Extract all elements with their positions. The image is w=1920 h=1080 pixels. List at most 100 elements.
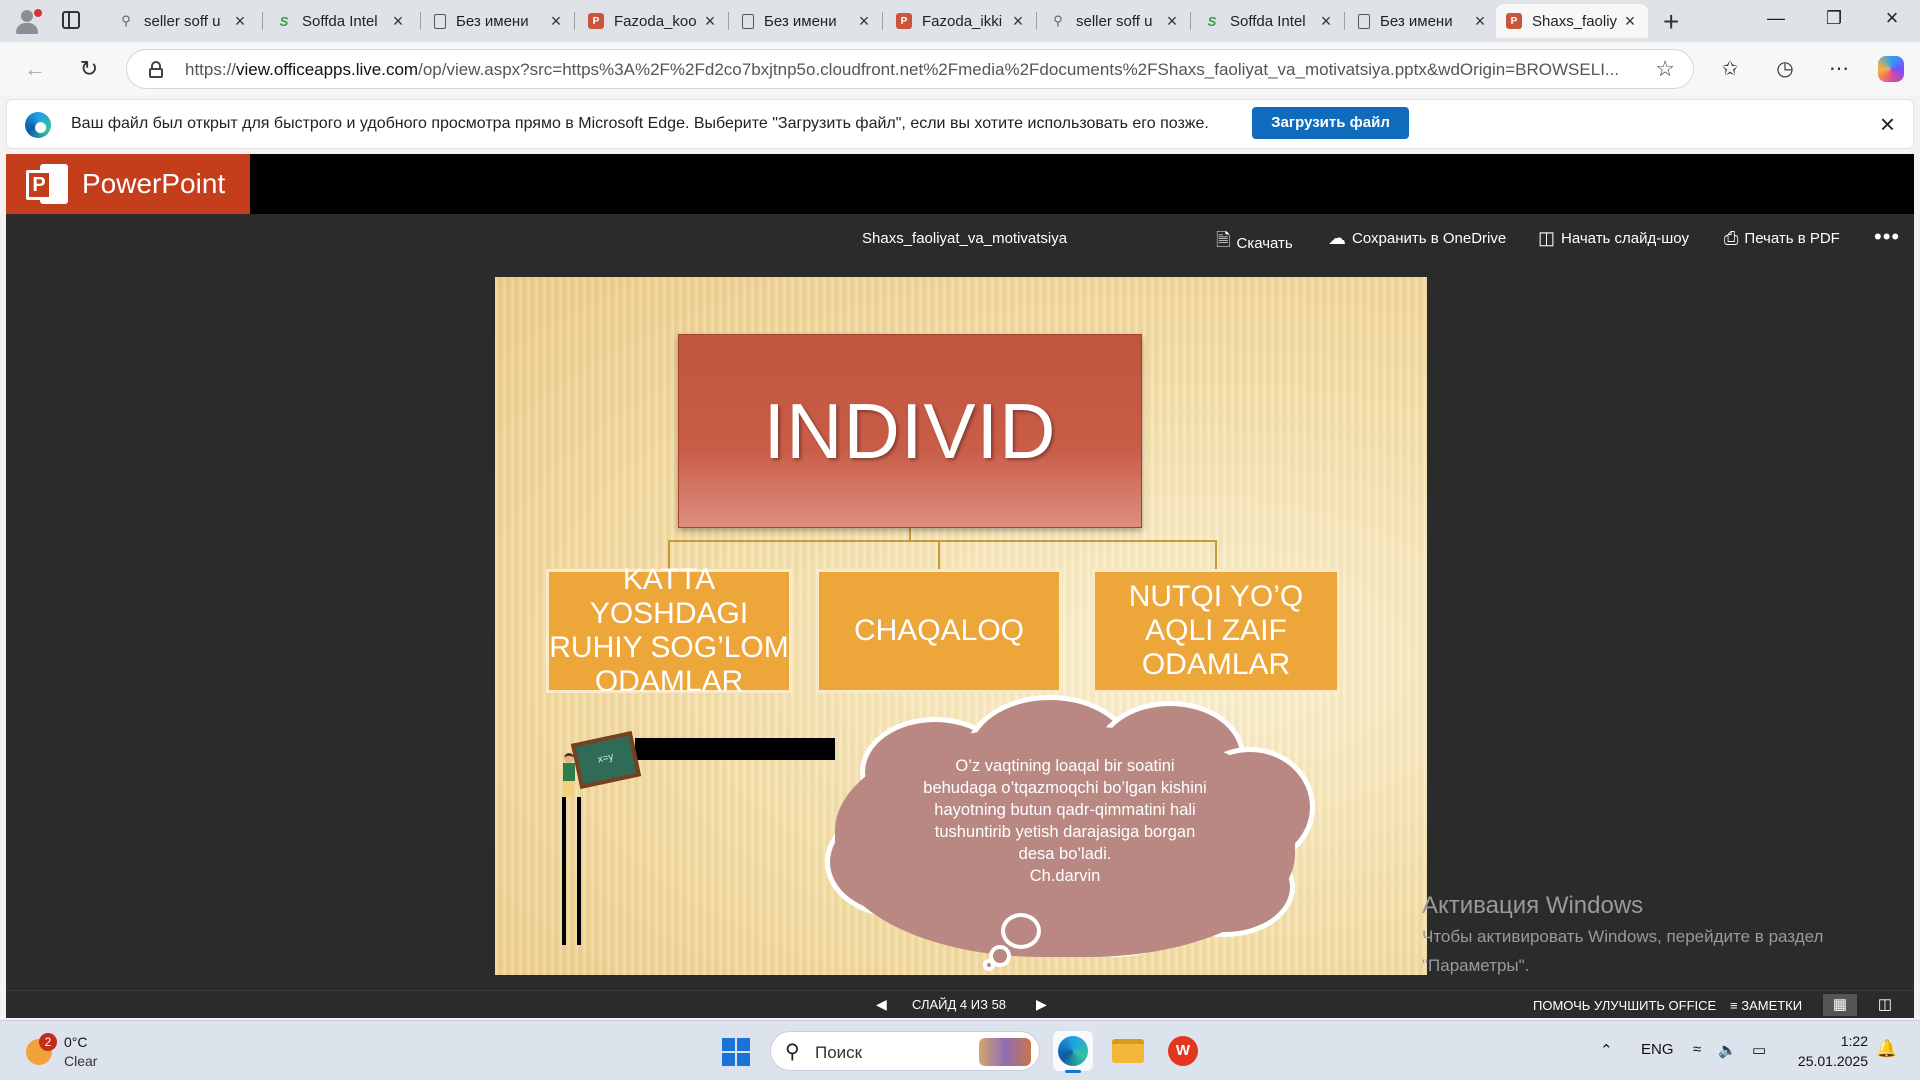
browser-tab-strip: ⚲ seller soff u × S Soffda Intel × Без и… <box>0 0 1920 42</box>
individ-box: INDIVID <box>678 334 1142 528</box>
office-viewer: P PowerPoint Shaxs_faoliyat_va_motivatsi… <box>6 154 1914 1018</box>
slideshow-view-icon[interactable]: ◫ <box>1868 994 1902 1016</box>
soffda-icon: S <box>279 13 289 29</box>
browser-tab-active[interactable]: P Shaxs_faoliy × <box>1496 4 1648 38</box>
favorite-star-icon[interactable]: ☆ <box>1655 56 1675 82</box>
search-icon: ⚲ <box>121 13 131 28</box>
browser-tab[interactable]: P Fazoda_koo × <box>578 4 728 38</box>
browser-tab[interactable]: S Soffda Intel × <box>266 4 416 38</box>
info-message: Ваш файл был открыт для быстрого и удобн… <box>71 115 1209 132</box>
system-clock[interactable]: 1:22 25.01.2025 <box>1792 1031 1868 1071</box>
copilot-icon[interactable] <box>1878 56 1904 82</box>
soffda-icon: S <box>1207 13 1217 29</box>
powerpoint-brand[interactable]: P PowerPoint <box>6 154 250 214</box>
close-tab-icon[interactable]: × <box>232 11 248 32</box>
weather-badge: 2 <box>39 1033 57 1051</box>
more-menu-icon[interactable]: ⋯ <box>1824 56 1854 81</box>
taskbar-file-explorer[interactable] <box>1108 1031 1148 1071</box>
next-slide-icon[interactable]: ▶ <box>1036 996 1047 1013</box>
browser-tab[interactable]: Без имени × <box>732 4 882 38</box>
command-bar: Shaxs_faoliyat_va_motivatsiya 🗎 Скачать … <box>6 214 1914 266</box>
taskbar-search[interactable]: ⚲ Поиск <box>770 1031 1040 1071</box>
notes-icon: ≡ <box>1730 998 1738 1013</box>
document-icon <box>1358 13 1370 29</box>
address-bar[interactable]: https://view.officeapps.live.com/op/view… <box>126 49 1694 89</box>
close-tab-icon[interactable]: × <box>1164 11 1180 32</box>
start-button[interactable] <box>722 1038 750 1066</box>
info-bar: Ваш файл был открыт для быстрого и удобн… <box>6 99 1914 149</box>
chalkboard-icon: x=y <box>570 731 642 789</box>
browser-tab[interactable]: ⚲ seller soff u × <box>108 4 258 38</box>
sub-box-disabled: NUTQI YO’Q AQLI ZAIF ODAMLAR <box>1092 569 1340 693</box>
close-infobar-icon[interactable]: × <box>1880 109 1895 140</box>
sub-box-adults: KATTA YOSHDAGI RUHIY SOG’LOM ODAMLAR <box>546 563 792 698</box>
download-icon: 🗎 <box>1216 230 1231 250</box>
download-file-button[interactable]: Загрузить файл <box>1252 107 1409 139</box>
powerpoint-logo-icon: P <box>26 162 68 206</box>
edge-icon <box>1058 1036 1088 1066</box>
previous-slide-icon[interactable]: ◀ <box>876 996 887 1013</box>
print-pdf-command[interactable]: ⎙ Печать в PDF <box>1724 228 1840 249</box>
close-tab-icon[interactable]: × <box>856 11 872 32</box>
close-tab-icon[interactable]: × <box>390 11 406 32</box>
teacher-figure-icon <box>560 753 578 797</box>
black-bar <box>635 738 835 760</box>
browser-tab[interactable]: Без имени × <box>1348 4 1498 38</box>
refresh-button[interactable]: ↻ <box>74 54 104 84</box>
wifi-icon[interactable]: ≈ <box>1693 1041 1701 1058</box>
close-tab-icon[interactable]: × <box>1622 11 1638 32</box>
windows-activation-watermark: Активация Windows Чтобы активировать Win… <box>1422 892 1824 975</box>
pole-left <box>562 797 566 945</box>
document-title: Shaxs_faoliyat_va_motivatsiya <box>862 230 1068 247</box>
close-tab-icon[interactable]: × <box>548 11 564 32</box>
save-onedrive-command[interactable]: ☁ Сохранить в OneDrive <box>1328 228 1506 249</box>
darwin-quote: O’z vaqtining loaqal bir soatini behudag… <box>923 757 1207 885</box>
reading-view-icon[interactable]: ▦ <box>1823 994 1857 1016</box>
app-name: PowerPoint <box>82 168 226 199</box>
close-tab-icon[interactable]: × <box>1318 11 1334 32</box>
search-icon: ⚲ <box>785 1041 800 1063</box>
search-highlight-image <box>979 1038 1031 1066</box>
favorites-icon[interactable]: ✩ <box>1715 56 1745 81</box>
notes-button[interactable]: ≡ ЗАМЕТКИ <box>1730 998 1802 1013</box>
url-text: https://view.officeapps.live.com/op/view… <box>185 60 1620 79</box>
start-slideshow-command[interactable]: ◫ Начать слайд-шоу <box>1538 228 1689 249</box>
close-tab-icon[interactable]: × <box>702 11 718 32</box>
restore-button[interactable]: ❐ <box>1811 8 1857 29</box>
powerpoint-icon: P <box>588 13 604 29</box>
browser-tab[interactable]: P Fazoda_ikki × <box>886 4 1036 38</box>
sub-box-infant: CHAQALOQ <box>816 569 1062 693</box>
volume-icon[interactable]: 🔈 <box>1718 1041 1737 1059</box>
tab-actions-icon[interactable] <box>62 11 80 29</box>
minimize-button[interactable]: — <box>1753 8 1799 29</box>
battery-icon[interactable]: ▭ <box>1752 1041 1766 1059</box>
close-window-button[interactable]: × <box>1869 5 1915 31</box>
wps-office-icon: W <box>1168 1036 1198 1066</box>
close-tab-icon[interactable]: × <box>1010 11 1026 32</box>
profile-avatar[interactable] <box>12 7 42 35</box>
help-improve-office-link[interactable]: ПОМОЧЬ УЛУЧШИТЬ OFFICE <box>1533 998 1716 1013</box>
cloud-icon: ☁ <box>1328 228 1346 248</box>
viewer-status-bar: ◀ СЛАЙД 4 ИЗ 58 ▶ ПОМОЧЬ УЛУЧШИТЬ OFFICE… <box>6 990 1914 1018</box>
close-tab-icon[interactable]: × <box>1472 11 1488 32</box>
weather-widget[interactable]: 2 0°C Clear <box>26 1031 176 1071</box>
download-command[interactable]: 🗎 Скачать <box>1216 228 1293 258</box>
language-indicator[interactable]: ENG <box>1641 1041 1674 1058</box>
pole-right <box>577 797 581 945</box>
taskbar-wps[interactable]: W <box>1163 1031 1203 1071</box>
notification-bell-icon[interactable]: 🔔 <box>1876 1039 1897 1059</box>
show-hidden-icons-chevron-icon[interactable]: ⌃ <box>1600 1041 1613 1059</box>
browser-tab[interactable]: ⚲ seller soff u × <box>1040 4 1190 38</box>
powerpoint-icon: P <box>896 13 912 29</box>
slideshow-icon: ◫ <box>1538 228 1556 248</box>
more-options-icon[interactable]: ••• <box>1874 224 1900 250</box>
back-button[interactable]: ← <box>20 54 50 84</box>
browser-tab[interactable]: Без имени × <box>424 4 574 38</box>
new-tab-button[interactable]: + <box>1663 6 1679 38</box>
browser-tab[interactable]: S Soffda Intel × <box>1194 4 1344 38</box>
lock-icon[interactable] <box>149 61 163 78</box>
history-icon[interactable]: ◷ <box>1770 56 1800 81</box>
office-brand-bar: P PowerPoint <box>6 154 1914 214</box>
taskbar-edge[interactable] <box>1053 1031 1093 1073</box>
slide-canvas: INDIVID KATTA YOSHDAGI RUHIY SOG’LOM ODA… <box>495 277 1427 975</box>
